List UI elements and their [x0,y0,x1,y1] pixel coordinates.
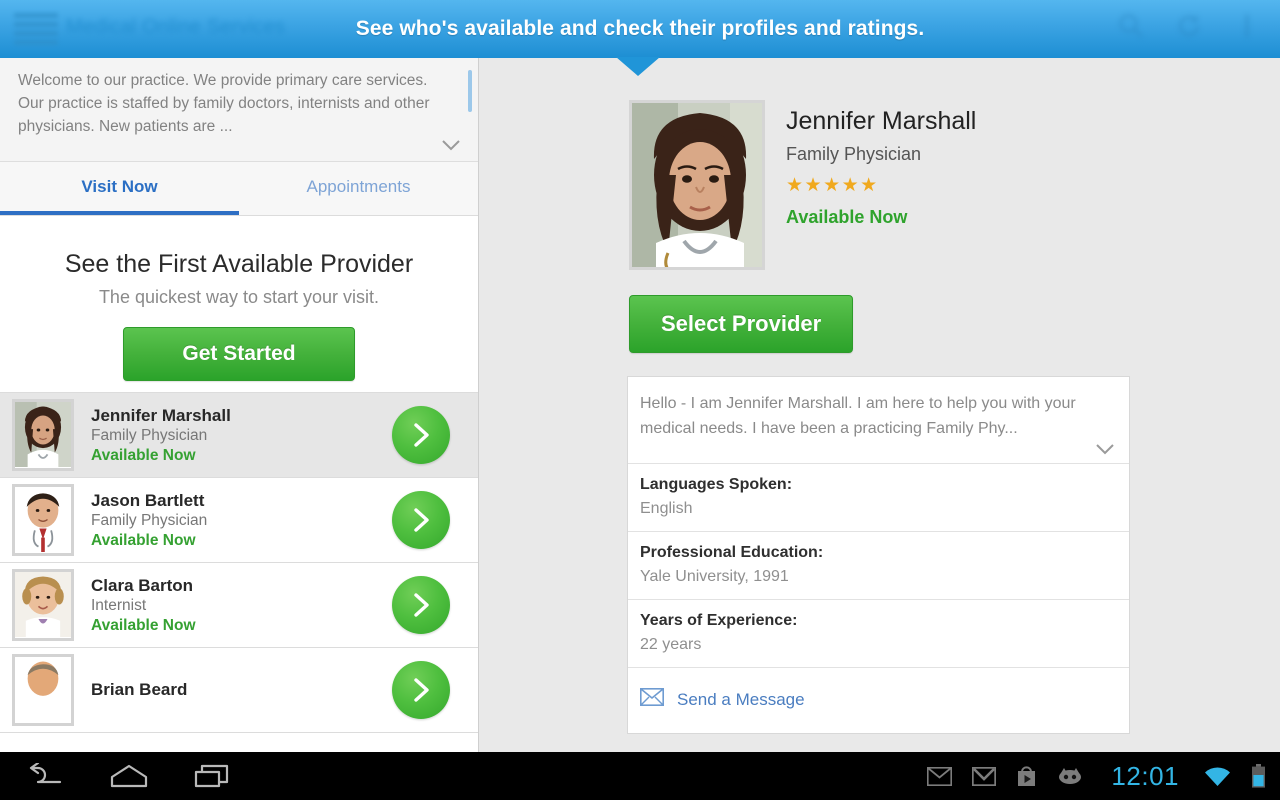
wifi-icon[interactable] [1204,766,1231,787]
tab-bar: Visit Now Appointments [0,162,478,216]
provider-photo [629,100,765,270]
info-label: Languages Spoken: [640,476,793,493]
info-row-education: Professional Education: Yale University,… [628,532,1129,600]
list-item[interactable]: Jason Bartlett Family Physician Availabl… [0,478,478,563]
info-value: Yale University, 1991 [640,568,789,585]
avatar [12,569,74,641]
right-panel: Jennifer Marshall Family Physician ★★★★★… [480,58,1280,752]
avatar [12,654,74,726]
provider-specialty: Family Physician [91,512,208,530]
status-badge: Available Now [91,446,196,464]
page-title: Jennifer Marshall [786,107,977,135]
back-icon[interactable] [24,759,66,793]
first-available-subtitle: The quickest way to start your visit. [98,287,380,307]
list-item-info: Jennifer Marshall Family Physician Avail… [91,405,231,465]
send-message-link[interactable]: Send a Message [628,668,1129,733]
provider-detail-header: Jennifer Marshall Family Physician ★★★★★… [629,100,976,270]
info-row-languages: Languages Spoken: English [628,464,1129,532]
system-navigation-bar: 12:01 [0,752,1280,800]
status-badge: Available Now [786,207,908,227]
home-icon[interactable] [108,759,150,793]
page-body: Welcome to our practice. We provide prim… [0,58,1280,752]
provider-name: Brian Beard [91,680,188,700]
first-available-section: See the First Available Provider The qui… [0,216,478,393]
provider-detail-card: Hello - I am Jennifer Marshall. I am her… [627,376,1130,734]
provider-list: Jennifer Marshall Family Physician Avail… [0,393,478,733]
left-panel: Welcome to our practice. We provide prim… [0,58,479,752]
gmail-icon[interactable] [972,766,997,786]
status-badge: Available Now [91,616,196,634]
avatar [12,484,74,556]
welcome-scrollbar[interactable] [468,70,472,112]
list-item[interactable]: Brian Beard [0,648,478,733]
rating-stars: ★★★★★ [786,175,879,196]
recents-icon[interactable] [192,759,234,793]
list-item[interactable]: Jennifer Marshall Family Physician Avail… [0,393,478,478]
provider-name: Jason Bartlett [91,490,205,510]
provider-bio-text: Hello - I am Jennifer Marshall. I am her… [640,395,1076,437]
info-label: Years of Experience: [640,612,798,629]
envelope-icon [640,688,664,711]
tab-visit-now-label: Visit Now [81,177,158,196]
select-provider-button[interactable]: Select Provider [629,295,854,353]
info-row-experience: Years of Experience: 22 years [628,600,1129,668]
info-label: Professional Education: [640,544,824,561]
chevron-right-icon[interactable] [392,491,450,549]
avatar [12,399,74,471]
info-value: 22 years [640,636,702,653]
play-store-icon[interactable] [1016,765,1037,787]
provider-name: Clara Barton [91,575,194,595]
tooltip-banner-text: See who's available and check their prof… [355,17,925,40]
tooltip-pointer-arrow [616,57,660,76]
welcome-text: Welcome to our practice. We provide prim… [18,72,430,135]
cyanogenmod-icon[interactable] [1057,767,1083,785]
provider-specialty: Family Physician [786,144,922,164]
chevron-right-icon[interactable] [392,661,450,719]
chevron-right-icon[interactable] [392,406,450,464]
get-started-button[interactable]: Get Started [123,327,355,381]
chevron-down-icon[interactable] [440,138,462,157]
send-message-label: Send a Message [677,689,805,709]
clock: 12:01 [1111,760,1179,791]
welcome-box[interactable]: Welcome to our practice. We provide prim… [0,58,478,162]
list-item[interactable]: Clara Barton Internist Available Now [0,563,478,648]
list-item-info: Jason Bartlett Family Physician Availabl… [91,490,207,550]
action-bar: Medical Online Services See who's availa… [0,0,1280,58]
tab-appointments-label: Appointments [306,177,411,196]
status-icons: 12:01 [927,761,1266,792]
provider-name: Jennifer Marshall [91,405,231,425]
list-item-info: Brian Beard [91,679,187,700]
email-icon[interactable] [927,766,953,786]
provider-detail-meta: Jennifer Marshall Family Physician ★★★★★… [786,100,976,270]
nav-buttons [24,759,234,793]
first-available-title: See the First Available Provider [64,250,414,278]
provider-specialty: Family Physician [91,427,208,445]
chevron-down-icon[interactable] [1094,442,1116,461]
provider-bio-row[interactable]: Hello - I am Jennifer Marshall. I am her… [628,377,1129,464]
list-item-info: Clara Barton Internist Available Now [91,575,196,635]
provider-specialty: Internist [91,597,147,615]
battery-icon[interactable] [1251,764,1266,788]
tab-visit-now[interactable]: Visit Now [0,162,239,215]
app-root: Medical Online Services See who's availa… [0,0,1280,800]
tab-appointments[interactable]: Appointments [239,162,478,215]
status-badge: Available Now [91,531,196,549]
info-value: English [640,500,693,517]
chevron-right-icon[interactable] [392,576,450,634]
